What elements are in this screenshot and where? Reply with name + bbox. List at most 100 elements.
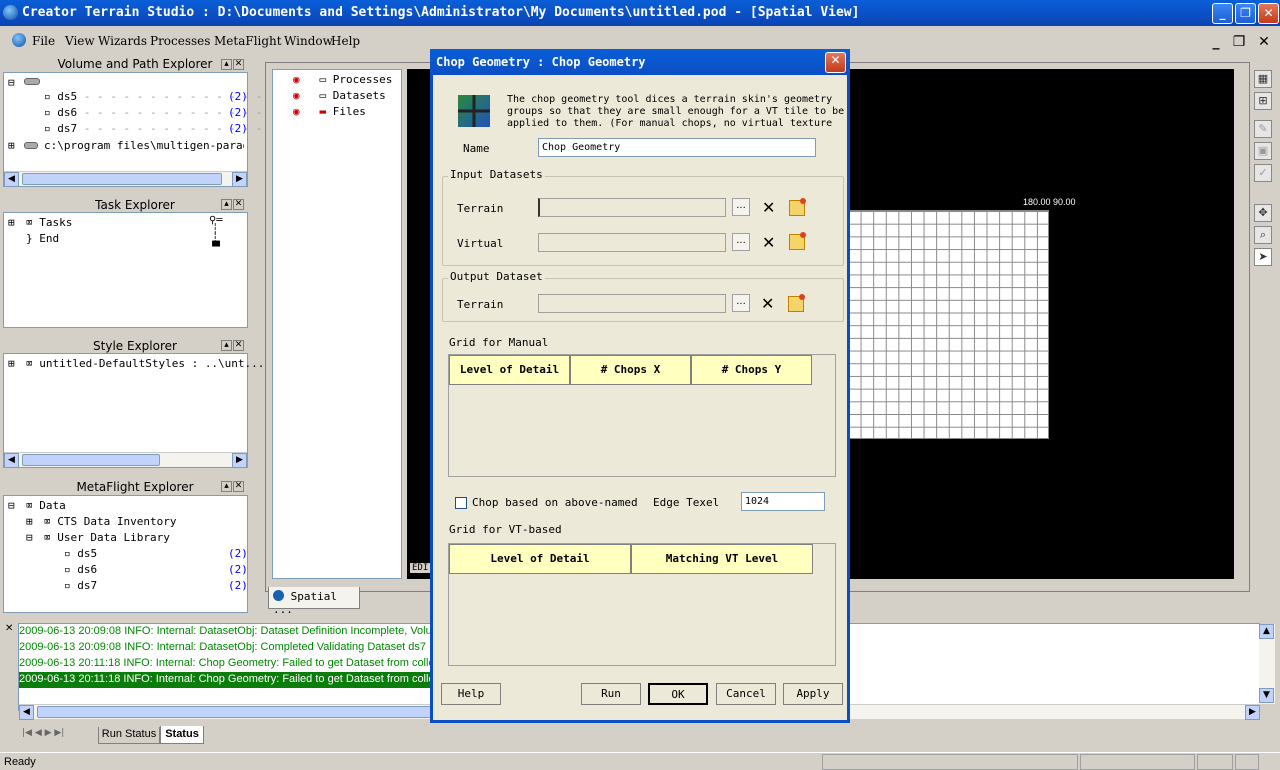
input-virtual-browse-button[interactable]: ... (732, 233, 750, 251)
vt-grid[interactable]: Level of Detail Matching VT Level (448, 543, 836, 666)
close-button[interactable]: ✕ (1258, 3, 1279, 24)
tab-run-status[interactable]: Run Status (98, 727, 160, 744)
input-virtual-clear-icon[interactable]: ✕ (762, 234, 775, 252)
tiles-icon[interactable]: ⊞ (1254, 92, 1272, 110)
vt-col-matching-level[interactable]: Matching VT Level (631, 544, 813, 574)
scroll-right-arrow[interactable]: ▶ (1245, 705, 1260, 720)
volume-explorer-close-button[interactable]: ✕ (233, 59, 244, 70)
menu-metaflight[interactable]: MetaFlight (214, 34, 282, 48)
menu-processes[interactable]: Processes (150, 34, 210, 48)
input-terrain-clear-icon[interactable]: ✕ (762, 199, 775, 217)
maximize-button[interactable]: ❐ (1235, 3, 1256, 24)
pan-icon[interactable]: ✥ (1254, 204, 1272, 222)
metaflight-explorer-close-button[interactable]: ✕ (233, 481, 244, 492)
tree-expander[interactable]: ⊟ (8, 499, 15, 512)
manual-col-chops-y[interactable]: # Chops Y (691, 355, 812, 385)
processes-item[interactable]: ◉ ▭ Processes (293, 73, 392, 86)
tree-expander[interactable]: ⊟ (8, 76, 15, 89)
mdi-minimize-button[interactable]: _ (1206, 33, 1226, 51)
help-button[interactable]: Help (441, 683, 501, 705)
task-explorer-close-button[interactable]: ✕ (233, 199, 244, 210)
scroll-right-arrow[interactable]: ▶ (232, 453, 247, 468)
menu-window[interactable]: Window (284, 34, 333, 48)
horizontal-scrollbar[interactable]: ◀ ▶ (4, 452, 247, 468)
tree-expander[interactable]: ⊞ (8, 216, 15, 229)
manual-grid[interactable]: Level of Detail # Chops X # Chops Y (448, 354, 836, 477)
tree-expander[interactable]: ⊞ (26, 515, 33, 528)
metaflight-explorer-pin-button[interactable]: ▴ (221, 481, 232, 492)
style-explorer-close-button[interactable]: ✕ (233, 340, 244, 351)
list-item[interactable]: ▫ ds7 (64, 579, 97, 592)
user-library-item[interactable]: ⌧ User Data Library (44, 531, 170, 544)
scroll-left-arrow[interactable]: ◀ (19, 705, 34, 720)
tree-expander[interactable]: ⊟ (26, 531, 33, 544)
menu-help[interactable]: Help (331, 34, 360, 48)
log-line-selected[interactable]: 2009-06-13 20:11:18 INFO: Internal: Chop… (19, 672, 434, 688)
style-item[interactable]: ⌧ untitled-DefaultStyles : ..\unt... (26, 357, 264, 370)
window-title-bar[interactable]: Creator Terrain Studio : D:\Documents an… (0, 0, 1280, 26)
edge-texel-field[interactable]: 1024 (741, 492, 825, 511)
output-terrain-clear-icon[interactable]: ✕ (761, 295, 774, 313)
output-terrain-field[interactable] (538, 294, 726, 313)
manual-col-chops-x[interactable]: # Chops X (570, 355, 691, 385)
volume-explorer-pin-button[interactable]: ▴ (221, 59, 232, 70)
minimize-button[interactable]: _ (1212, 3, 1233, 24)
run-button[interactable]: Run (581, 683, 641, 705)
ok-button[interactable]: OK (648, 683, 708, 705)
log-line[interactable]: 2009-06-13 20:09:08 INFO: Internal: Data… (19, 640, 434, 656)
input-terrain-new-icon[interactable] (789, 198, 806, 216)
edit-icon[interactable]: ✎ (1254, 120, 1272, 138)
data-item[interactable]: ⌧ Data (26, 499, 66, 512)
task-explorer-pin-button[interactable]: ▴ (221, 199, 232, 210)
tab-nav-buttons[interactable]: |◀ ◀ ▶ ▶| (22, 728, 64, 738)
style-explorer-pin-button[interactable]: ▴ (221, 340, 232, 351)
log-line[interactable]: 2009-06-13 20:11:18 INFO: Internal: Chop… (19, 656, 434, 672)
check-icon[interactable]: ✓ (1254, 164, 1272, 182)
log-line[interactable]: 2009-06-13 20:09:08 INFO: Internal: Data… (19, 624, 434, 640)
vt-col-lod[interactable]: Level of Detail (449, 544, 631, 574)
dialog-close-button[interactable]: ✕ (825, 52, 846, 73)
log-close-icon[interactable]: ✕ (5, 623, 13, 634)
cancel-button[interactable]: Cancel (716, 683, 776, 705)
list-item[interactable]: ▫ ds5 (64, 547, 97, 560)
cts-inventory-item[interactable]: ⌧ CTS Data Inventory (44, 515, 176, 528)
scroll-down-arrow[interactable]: ▼ (1259, 688, 1274, 703)
scroll-thumb[interactable] (22, 173, 222, 185)
end-item[interactable]: } End (26, 232, 59, 245)
list-item[interactable]: ▫ ds6 (64, 563, 97, 576)
mdi-restore-button[interactable]: ❐ (1229, 33, 1249, 51)
tab-status[interactable]: Status (160, 726, 204, 744)
dialog-title-bar[interactable]: Chop Geometry : Chop Geometry ✕ (430, 49, 850, 75)
menu-wizards[interactable]: Wizards (98, 34, 147, 48)
apply-button[interactable]: Apply (783, 683, 843, 705)
datasets-item[interactable]: ◉ ▭ Datasets (293, 89, 386, 102)
mdi-close-button[interactable]: ✕ (1254, 33, 1274, 51)
horizontal-scrollbar[interactable]: ◀ ▶ (4, 171, 247, 187)
tab-spatial[interactable]: Spatial ... (268, 587, 360, 616)
input-terrain-browse-button[interactable]: ... (732, 198, 750, 216)
log-vertical-scrollbar[interactable]: ▲ ▼ (1259, 624, 1275, 704)
scroll-left-arrow[interactable]: ◀ (4, 172, 19, 187)
input-virtual-field[interactable] (538, 233, 726, 252)
input-terrain-field[interactable] (538, 198, 726, 217)
output-terrain-browse-button[interactable]: ... (732, 294, 750, 312)
pointer-icon[interactable]: ➤ (1254, 248, 1272, 266)
input-virtual-new-icon[interactable] (789, 232, 806, 250)
output-terrain-new-icon[interactable] (788, 294, 805, 312)
tree-expander[interactable]: ⊞ (8, 139, 15, 152)
path-item[interactable]: c:\program files\multigen-paradigm (44, 139, 244, 152)
manual-col-lod[interactable]: Level of Detail (449, 355, 570, 385)
name-field[interactable]: Chop Geometry (538, 138, 816, 157)
zoom-icon[interactable]: ⌕ (1254, 226, 1272, 244)
layers-icon[interactable]: ▣ (1254, 142, 1272, 160)
scroll-up-arrow[interactable]: ▲ (1259, 624, 1274, 639)
scroll-right-arrow[interactable]: ▶ (232, 172, 247, 187)
grid-icon[interactable]: ▦ (1254, 70, 1272, 88)
chop-vt-checkbox[interactable] (455, 497, 467, 509)
files-item[interactable]: ◉ ▬ Files (293, 105, 366, 118)
tasks-item[interactable]: ⌧ Tasks (26, 216, 72, 229)
tree-expander[interactable]: ⊞ (8, 357, 15, 370)
menu-file[interactable]: File (32, 34, 55, 48)
scroll-left-arrow[interactable]: ◀ (4, 453, 19, 468)
scroll-thumb[interactable] (22, 454, 160, 466)
